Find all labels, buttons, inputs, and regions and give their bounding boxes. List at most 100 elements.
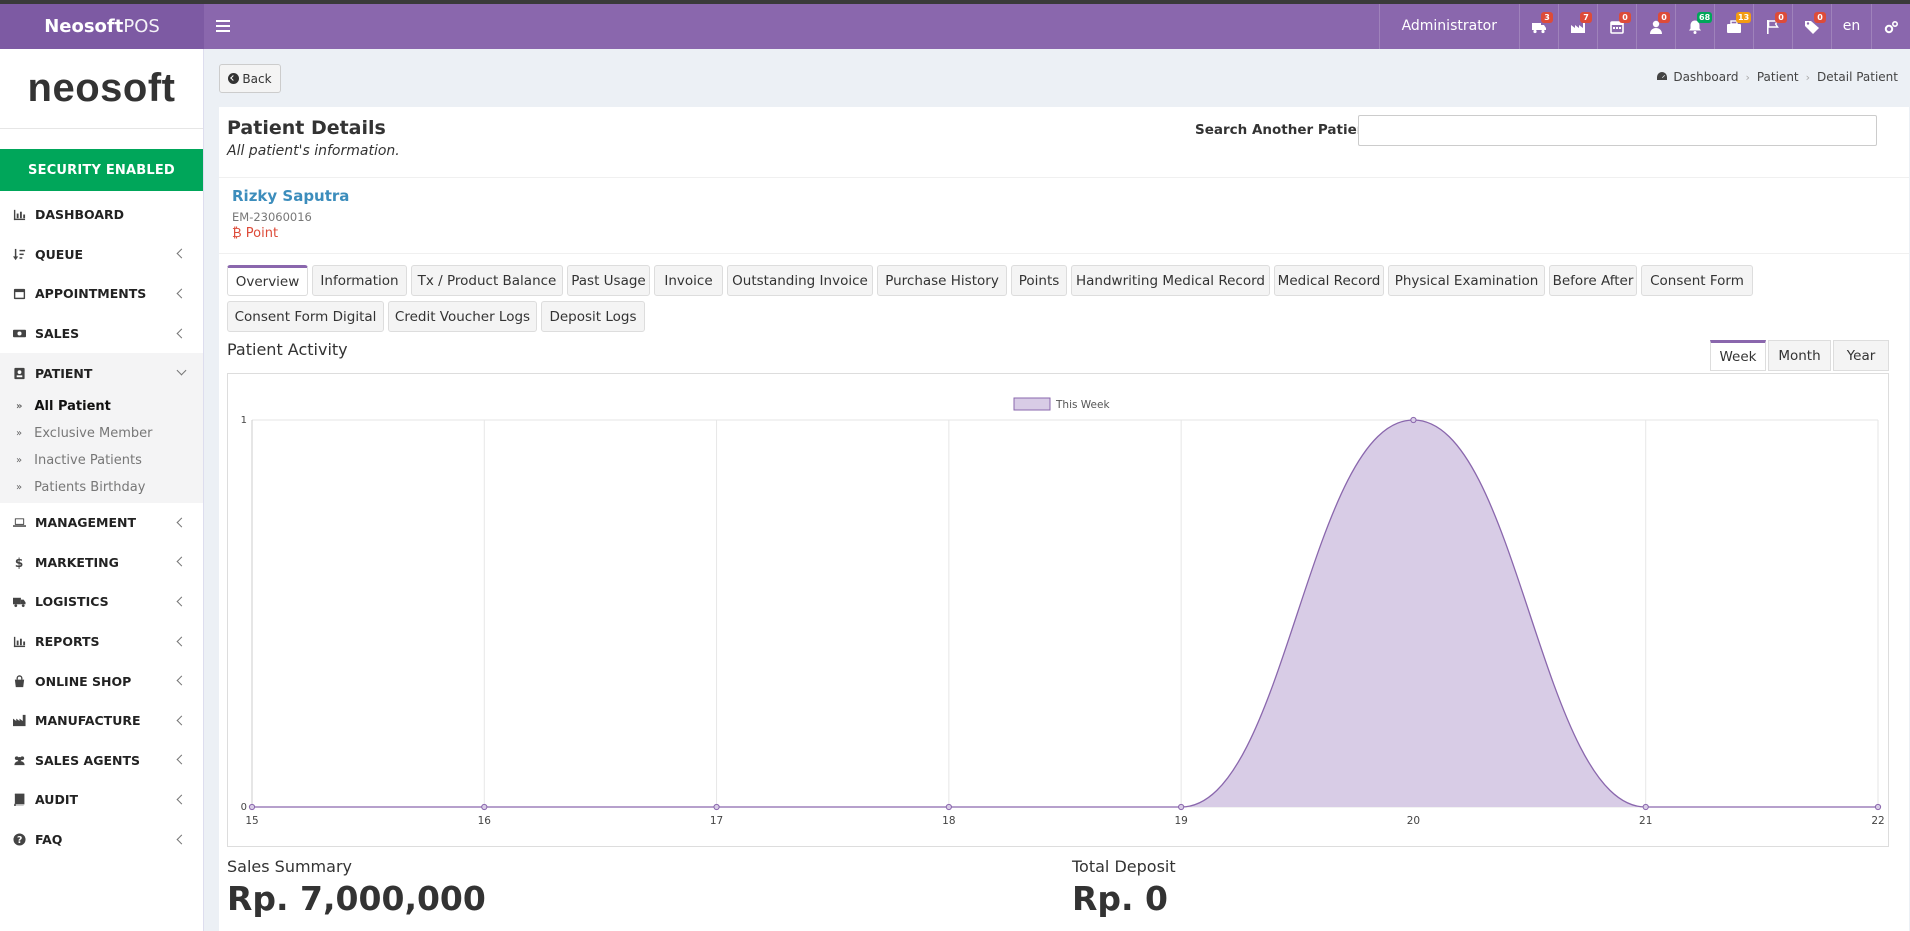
bar-chart-icon: [13, 635, 29, 649]
dollar-icon: $: [13, 555, 29, 569]
patient-details-panel: Patient Details All patient's informatio…: [219, 107, 1909, 931]
calendar-icon[interactable]: 0: [1597, 4, 1636, 49]
sidebar-item-sales[interactable]: SALES: [0, 314, 203, 354]
sidebar-item-reports[interactable]: REPORTS: [0, 622, 203, 662]
svg-text:?: ?: [17, 835, 22, 846]
search-label: Search Another Patient: [1195, 122, 1373, 138]
sidebar-item-management[interactable]: MANAGEMENT: [0, 503, 203, 543]
chevron-left-icon: [176, 675, 187, 686]
double-chevron-right-icon: »: [16, 400, 23, 412]
breadcrumb-dashboard[interactable]: Dashboard: [1673, 70, 1738, 84]
notification-badge: 0: [1814, 12, 1826, 23]
sidebar-item-label: LOGISTICS: [35, 594, 109, 610]
breadcrumb: Dashboard › Patient › Detail Patient: [1656, 70, 1898, 84]
chevron-left-icon: [176, 794, 187, 805]
menu-toggle-icon[interactable]: [214, 17, 232, 35]
tab-consent-form-digital[interactable]: Consent Form Digital: [227, 301, 384, 332]
sales-summary-value: Rp. 7,000,000: [227, 879, 486, 918]
sidebar-item-dashboard[interactable]: DASHBOARD: [0, 195, 203, 235]
sidebar-item-label: SALES: [35, 326, 80, 342]
tab-points[interactable]: Points: [1011, 265, 1067, 296]
sidebar-item-marketing[interactable]: $ MARKETING: [0, 543, 203, 583]
tab-physical-examination[interactable]: Physical Examination: [1388, 265, 1545, 296]
tab-past-usage[interactable]: Past Usage: [567, 265, 650, 296]
data-point: [945, 803, 952, 811]
bitcoin-icon: ₿: [232, 226, 242, 241]
x-tick-label: 15: [245, 815, 258, 827]
chevron-left-icon: [176, 754, 187, 765]
submenu-item-patients-birthday[interactable]: » Patients Birthday: [0, 474, 203, 501]
submenu-item-inactive-patients[interactable]: » Inactive Patients: [0, 447, 203, 474]
notification-badge: 3: [1541, 12, 1553, 23]
sidebar-item-audit[interactable]: AUDIT: [0, 780, 203, 820]
arrow-left-circle-icon: [228, 73, 240, 84]
flag-icon[interactable]: 0: [1753, 4, 1792, 49]
settings-icon[interactable]: [1871, 4, 1910, 49]
truck-icon: [13, 595, 29, 609]
sidebar-item-label: SALES AGENTS: [35, 752, 140, 768]
back-button[interactable]: Back: [219, 64, 281, 93]
patient-point[interactable]: ₿ Point: [232, 225, 278, 241]
sidebar-item-appointments[interactable]: APPOINTMENTS: [0, 274, 203, 314]
main-content: Back Dashboard › Patient › Detail Patien…: [205, 49, 1910, 931]
sidebar-item-manufacture[interactable]: MANUFACTURE: [0, 701, 203, 741]
tab-credit-voucher-logs[interactable]: Credit Voucher Logs: [388, 301, 537, 332]
chevron-left-icon: [176, 596, 187, 607]
x-tick-label: 18: [942, 815, 955, 827]
truck-icon[interactable]: 3: [1519, 4, 1558, 49]
notification-badge: 68: [1697, 12, 1713, 23]
legend-swatch: [1013, 397, 1051, 411]
language-selector[interactable]: en: [1831, 4, 1871, 49]
tab-before-after[interactable]: Before After: [1549, 265, 1637, 296]
x-tick-label: 17: [710, 815, 723, 827]
laptop-icon: [13, 516, 29, 530]
tab-deposit-logs[interactable]: Deposit Logs: [541, 301, 645, 332]
tab-purchase-history[interactable]: Purchase History: [877, 265, 1007, 296]
submenu-item-exclusive-member[interactable]: » Exclusive Member: [0, 420, 203, 447]
chevron-left-icon: [176, 328, 187, 339]
sidebar-item-online-shop[interactable]: ONLINE SHOP: [0, 661, 203, 701]
period-year-button[interactable]: Year: [1833, 340, 1889, 371]
tab-handwriting-medical-record[interactable]: Handwriting Medical Record: [1071, 265, 1270, 296]
factory-icon[interactable]: 7: [1558, 4, 1597, 49]
users-icon: [13, 753, 29, 767]
tab-outstanding-invoice[interactable]: Outstanding Invoice: [727, 265, 873, 296]
sidebar-item-label: PATIENT: [35, 365, 93, 381]
sidebar-item-logistics[interactable]: LOGISTICS: [0, 582, 203, 622]
breadcrumb-patient[interactable]: Patient: [1757, 70, 1799, 84]
patient-name[interactable]: Rizky Saputra: [232, 187, 349, 205]
sidebar-item-label: MANUFACTURE: [35, 713, 141, 729]
tab-information[interactable]: Information: [312, 265, 407, 296]
submenu-item-label: Patients Birthday: [34, 479, 146, 495]
search-patient-input[interactable]: [1358, 115, 1877, 146]
submenu-item-all-patient[interactable]: » All Patient: [0, 393, 203, 420]
question-icon: ?: [13, 833, 29, 847]
data-point: [1874, 803, 1882, 811]
user-icon[interactable]: 0: [1636, 4, 1675, 49]
briefcase-icon[interactable]: 13: [1714, 4, 1753, 49]
sidebar-item-queue[interactable]: QUEUE: [0, 235, 203, 275]
tab-invoice[interactable]: Invoice: [654, 265, 723, 296]
bell-icon[interactable]: 68: [1675, 4, 1714, 49]
activity-title: Patient Activity: [227, 340, 348, 359]
notification-badge: 0: [1619, 12, 1631, 23]
x-tick-label: 16: [478, 815, 492, 827]
patient-code: EM-23060016: [232, 210, 312, 224]
sidebar-item-faq[interactable]: ? FAQ: [0, 820, 203, 860]
tab-consent-form[interactable]: Consent Form: [1641, 265, 1753, 296]
tab-tx-product-balance[interactable]: Tx / Product Balance: [411, 265, 563, 296]
period-week-button[interactable]: Week: [1710, 340, 1766, 371]
brand[interactable]: Neosoft POS: [0, 4, 204, 49]
tab-medical-record[interactable]: Medical Record: [1274, 265, 1384, 296]
sidebar-item-patient[interactable]: PATIENT: [0, 353, 203, 393]
tag-icon[interactable]: 0: [1792, 4, 1831, 49]
tab-overview[interactable]: Overview: [227, 265, 308, 296]
period-month-button[interactable]: Month: [1768, 340, 1831, 371]
submenu-item-label: Inactive Patients: [34, 452, 142, 468]
security-status-badge: SECURITY ENABLED: [0, 149, 203, 191]
chevron-left-icon: [176, 556, 187, 567]
sidebar-item-sales-agents[interactable]: SALES AGENTS: [0, 741, 203, 781]
shopping-bag-icon: [13, 674, 29, 688]
industry-icon: [13, 714, 29, 728]
user-menu[interactable]: Administrator: [1378, 4, 1519, 49]
